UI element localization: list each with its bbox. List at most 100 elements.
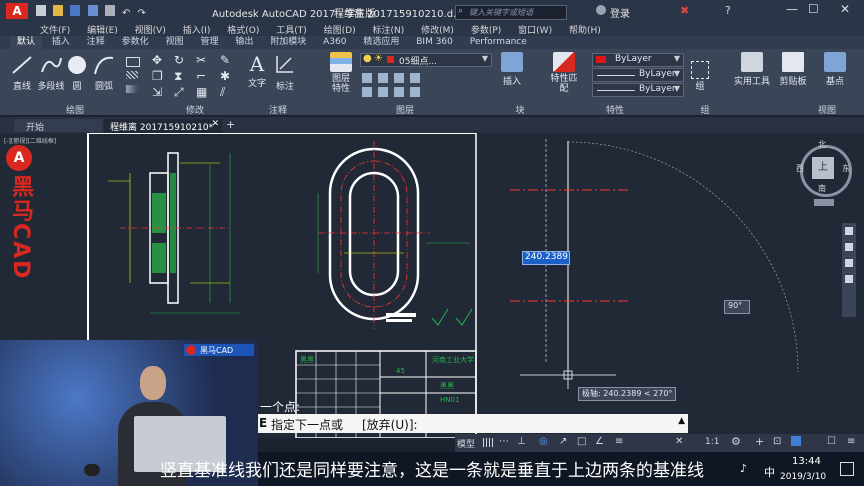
dimension-tool-button[interactable]: 标注 (272, 52, 298, 92)
clipboard-button[interactable]: 剪贴板 (778, 52, 808, 87)
panel-label-properties[interactable]: 特性 (595, 103, 635, 116)
new-tab-button[interactable]: + (226, 118, 235, 131)
circle-tool-button[interactable]: 圆 (66, 54, 88, 92)
menu-draw[interactable]: 绘图(D) (324, 23, 356, 36)
viewcube-wcs-menu[interactable] (814, 199, 834, 206)
ortho-icon[interactable]: ⊥ (517, 436, 526, 447)
clean-screen-icon[interactable]: ☐ (827, 436, 836, 447)
grid-icon[interactable] (483, 438, 493, 447)
utilities-button[interactable]: 实用工具 (732, 52, 772, 87)
layer-tool-icon[interactable] (410, 87, 420, 97)
fillet-icon[interactable]: ⌐ (196, 69, 206, 83)
polar-icon[interactable]: ◎ (539, 436, 548, 447)
text-tool-button[interactable]: A 文字 (244, 52, 270, 89)
panel-label-block[interactable]: 块 (505, 103, 535, 116)
undo-icon[interactable]: ↶ (122, 8, 130, 19)
viewcube-west-label[interactable]: 西 (796, 163, 804, 174)
layer-tool-icon[interactable] (410, 73, 420, 83)
annotation-scale-value[interactable]: 1:1 (705, 437, 719, 447)
menu-edit[interactable]: 编辑(E) (87, 23, 118, 36)
copy-icon[interactable]: ❐ (152, 69, 163, 83)
menu-parametric[interactable]: 参数(P) (471, 23, 501, 36)
save-icon[interactable] (70, 5, 81, 16)
login-button[interactable]: 登录 (610, 5, 630, 20)
open-file-icon[interactable] (53, 5, 64, 16)
new-file-icon[interactable] (36, 5, 46, 16)
viewcube-east-label[interactable]: 东 (842, 163, 850, 174)
exchange-icon[interactable]: ✖ (680, 4, 689, 17)
snap-icon[interactable]: ⋯ (499, 436, 509, 447)
trim-icon[interactable]: ✂ (196, 53, 206, 67)
print-icon[interactable] (104, 5, 115, 16)
hardware-acceleration-icon[interactable] (791, 436, 801, 446)
erase-icon[interactable]: ✎ (220, 53, 230, 67)
viewcube-south-label[interactable]: 南 (818, 183, 826, 194)
move-icon[interactable]: ✥ (152, 53, 162, 67)
menu-help[interactable]: 帮助(H) (569, 23, 601, 36)
stretch-icon[interactable]: ⇲ (152, 85, 162, 99)
command-line[interactable]: E 指定下一点或 [放弃(U)]: ▲ (258, 414, 688, 433)
workspace-gear-icon[interactable]: ⚙ (731, 435, 741, 448)
annotation-scale-icon[interactable]: ✕ (675, 436, 683, 447)
search-box[interactable]: ⌕ 键入关键字或短语 (455, 5, 567, 20)
command-option[interactable]: [放弃(U)]: (362, 416, 418, 433)
menu-dimension[interactable]: 标注(N) (373, 23, 405, 36)
help-icon[interactable]: ? (725, 4, 731, 17)
osnap-icon[interactable]: □ (577, 436, 586, 447)
orbit-icon[interactable] (845, 259, 853, 267)
panel-label-view[interactable]: 视图 (812, 103, 842, 116)
menu-view[interactable]: 视图(V) (135, 23, 166, 36)
layer-tool-icon[interactable] (394, 73, 404, 83)
close-tab-icon[interactable]: ✕ (211, 119, 219, 129)
minimize-window-button[interactable]: — (786, 2, 798, 16)
rotate-icon[interactable]: ↻ (174, 53, 184, 67)
panel-label-draw[interactable]: 绘图 (50, 103, 100, 116)
hatch-icon[interactable] (126, 71, 138, 79)
model-tab[interactable]: 模型 (457, 437, 475, 450)
tab-insert[interactable]: 插入 (45, 36, 77, 49)
steering-wheel-icon[interactable] (845, 275, 853, 283)
dynamic-input-box[interactable]: 240.2389 (522, 251, 570, 265)
layer-tool-icon[interactable] (378, 73, 388, 83)
panel-label-modify[interactable]: 修改 (170, 103, 220, 116)
tab-annotate[interactable]: 注释 (80, 36, 112, 49)
pan-icon[interactable] (845, 227, 853, 235)
zoom-icon[interactable] (845, 243, 853, 251)
arc-tool-button[interactable]: 圆弧 (92, 54, 116, 92)
redo-icon[interactable]: ↷ (138, 8, 146, 19)
autocad-logo-icon[interactable]: A (6, 3, 28, 19)
layer-dropdown[interactable]: ● ☀ 05细点... ▼ (360, 53, 492, 67)
tab-parametric[interactable]: 参数化 (115, 36, 156, 49)
lineweight-dropdown[interactable]: ByLayer ▼ (592, 83, 684, 97)
base-point-button[interactable]: 基点 (820, 52, 850, 87)
match-properties-button[interactable]: 特性匹配 (550, 52, 578, 94)
color-dropdown[interactable]: ByLayer ▼ (592, 53, 684, 67)
tab-addins[interactable]: 附加模块 (263, 36, 313, 49)
layer-properties-button[interactable]: 图层特性 (328, 52, 354, 94)
tab-performance[interactable]: Performance (463, 36, 534, 49)
save-as-icon[interactable] (87, 5, 98, 16)
otrack-icon[interactable]: ∠ (595, 436, 604, 447)
viewcube-top-face[interactable]: 上 (812, 157, 834, 179)
offset-icon[interactable]: ⫽ (220, 85, 225, 100)
panel-label-annotation[interactable]: 注释 (258, 103, 298, 116)
tab-manage[interactable]: 管理 (193, 36, 225, 49)
maximize-window-button[interactable]: ☐ (808, 2, 819, 16)
viewcube-north-label[interactable]: 北 (818, 139, 826, 150)
menu-format[interactable]: 格式(O) (227, 23, 259, 36)
doc-tab-file[interactable]: 程维离 201715910210* ✕ (104, 119, 222, 133)
layer-tool-icon[interactable] (378, 87, 388, 97)
insert-block-button[interactable]: 插入 (498, 52, 526, 87)
tab-output[interactable]: 输出 (228, 36, 260, 49)
explode-icon[interactable]: ✱ (220, 69, 230, 83)
command-history-toggle[interactable]: ▲ (678, 416, 685, 426)
layer-tool-icon[interactable] (362, 87, 372, 97)
layer-tool-icon[interactable] (362, 73, 372, 83)
tab-default[interactable]: 默认 (10, 36, 43, 49)
tab-bim360[interactable]: BIM 360 (409, 36, 460, 49)
line-tool-button[interactable]: 直线 (8, 54, 36, 92)
menu-insert[interactable]: 插入(I) (183, 23, 211, 36)
rectangle-icon[interactable] (126, 57, 140, 67)
isolate-icon[interactable]: ⊡ (773, 436, 781, 447)
add-icon[interactable]: + (755, 435, 764, 448)
